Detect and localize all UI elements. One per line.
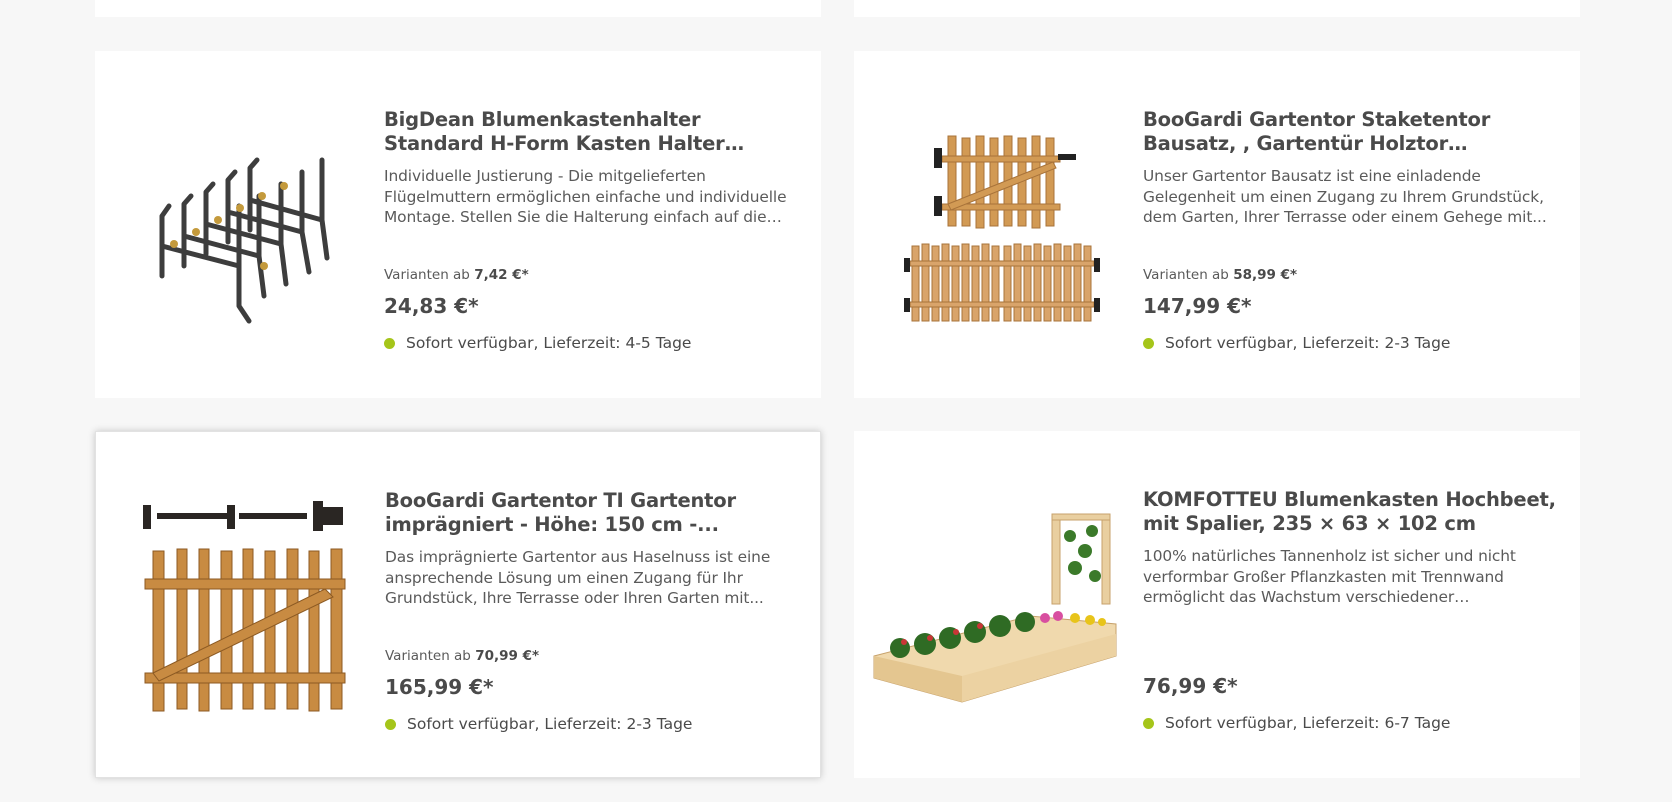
delivery-text: Sofort verfügbar, Lieferzeit: 2-3 Tage [1165, 334, 1451, 352]
product-description: Das imprägnierte Gartentor aus Haselnuss… [385, 548, 771, 608]
hazel-garden-gate-image[interactable] [120, 472, 370, 742]
garden-gate-kit-image[interactable] [878, 91, 1128, 361]
product-card[interactable]: BooGardi Gartentor TI Gartentor imprägni… [95, 431, 821, 778]
variants-from-price: 7,42 €* [474, 267, 529, 283]
product-card-partial[interactable] [854, 0, 1580, 17]
product-title[interactable]: BooGardi Gartentor Staketentor Bausatz, … [1143, 108, 1561, 156]
product-price: 24,83 €* [384, 294, 479, 318]
product-card[interactable]: KOMFOTTEU Blumenkasten Hochbeet, mit Spa… [854, 431, 1580, 778]
variants-label: Varianten ab [385, 648, 471, 664]
variants-from-price: 70,99 €* [475, 648, 540, 664]
variants-price: Varianten ab 58,99 €* [1143, 267, 1297, 283]
flower-box-holder-image[interactable] [119, 91, 369, 361]
delivery-text: Sofort verfügbar, Lieferzeit: 2-3 Tage [407, 715, 693, 733]
product-card[interactable]: BigDean Blumenkastenhalter Standard H-Fo… [95, 51, 821, 398]
availability-dot-icon [1143, 717, 1154, 729]
variants-price: Varianten ab 7,42 €* [384, 267, 529, 283]
delivery-text: Sofort verfügbar, Lieferzeit: 6-7 Tage [1165, 714, 1451, 732]
delivery-status: Sofort verfügbar, Lieferzeit: 6-7 Tage [1143, 714, 1450, 732]
availability-dot-icon [384, 337, 395, 349]
raised-bed-planter-image[interactable] [870, 471, 1120, 741]
variants-price: Varianten ab 70,99 €* [385, 648, 539, 664]
product-description: Unser Gartentor Bausatz ist eine einlade… [1143, 167, 1547, 227]
delivery-text: Sofort verfügbar, Lieferzeit: 4-5 Tage [406, 334, 692, 352]
variants-label: Varianten ab [1143, 267, 1229, 283]
product-price: 165,99 €* [385, 675, 494, 699]
availability-dot-icon [1143, 337, 1154, 349]
variants-from-price: 58,99 €* [1233, 267, 1298, 283]
product-card-partial[interactable] [95, 0, 821, 17]
product-price: 147,99 €* [1143, 294, 1252, 318]
delivery-status: Sofort verfügbar, Lieferzeit: 2-3 Tage [385, 715, 692, 733]
product-title[interactable]: KOMFOTTEU Blumenkasten Hochbeet, mit Spa… [1143, 488, 1561, 536]
delivery-status: Sofort verfügbar, Lieferzeit: 2-3 Tage [1143, 334, 1450, 352]
product-title[interactable]: BooGardi Gartentor TI Gartentor imprägni… [385, 489, 803, 537]
delivery-status: Sofort verfügbar, Lieferzeit: 4-5 Tage [384, 334, 691, 352]
product-title[interactable]: BigDean Blumenkastenhalter Standard H-Fo… [384, 108, 802, 156]
product-description: Individuelle Justierung - Die mitgeliefe… [384, 167, 787, 227]
product-card[interactable]: BooGardi Gartentor Staketentor Bausatz, … [854, 51, 1580, 398]
availability-dot-icon [385, 718, 396, 730]
product-description: 100% natürliches Tannenholz ist sicher u… [1143, 547, 1516, 607]
variants-label: Varianten ab [384, 267, 470, 283]
product-price: 76,99 €* [1143, 674, 1238, 698]
